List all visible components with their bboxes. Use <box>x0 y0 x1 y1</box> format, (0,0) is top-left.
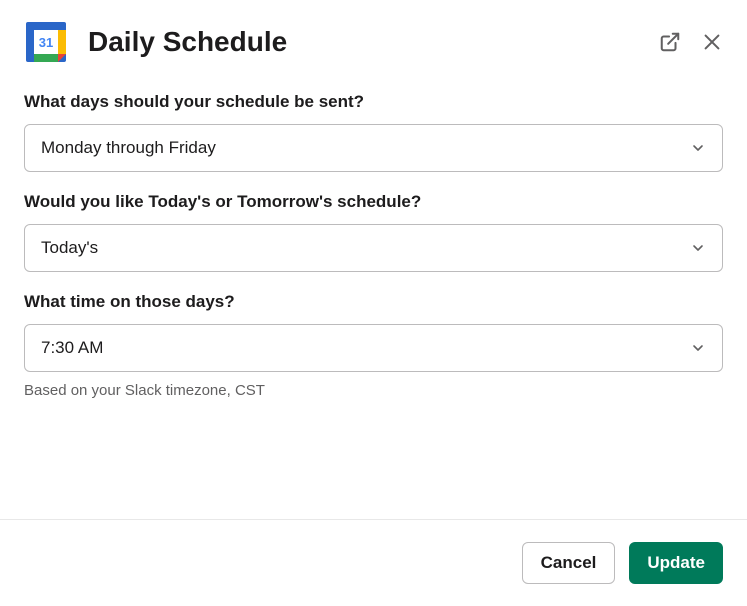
modal-footer: Cancel Update <box>0 519 747 606</box>
update-button[interactable]: Update <box>629 542 723 584</box>
field-label-time: What time on those days? <box>24 292 723 312</box>
select-which[interactable]: Today's <box>24 224 723 272</box>
external-link-icon[interactable] <box>659 31 681 53</box>
svg-text:31: 31 <box>39 35 53 50</box>
cancel-button[interactable]: Cancel <box>522 542 616 584</box>
field-label-days: What days should your schedule be sent? <box>24 92 723 112</box>
field-label-which: Would you like Today's or Tomorrow's sch… <box>24 192 723 212</box>
timezone-helper-text: Based on your Slack timezone, CST <box>24 382 723 399</box>
chevron-down-icon <box>690 340 706 356</box>
chevron-down-icon <box>690 240 706 256</box>
field-days: What days should your schedule be sent? … <box>24 92 723 172</box>
select-days-value: Monday through Friday <box>41 138 216 158</box>
select-which-value: Today's <box>41 238 98 258</box>
chevron-down-icon <box>690 140 706 156</box>
field-which: Would you like Today's or Tomorrow's sch… <box>24 192 723 272</box>
field-time: What time on those days? 7:30 AM Based o… <box>24 292 723 399</box>
select-time[interactable]: 7:30 AM <box>24 324 723 372</box>
modal-title: Daily Schedule <box>88 26 659 58</box>
modal-body: What days should your schedule be sent? … <box>0 82 747 519</box>
modal-header: 31 Daily Schedule <box>0 0 747 82</box>
header-actions <box>659 31 723 53</box>
select-days[interactable]: Monday through Friday <box>24 124 723 172</box>
close-icon[interactable] <box>701 31 723 53</box>
google-calendar-icon: 31 <box>24 20 68 64</box>
select-time-value: 7:30 AM <box>41 338 103 358</box>
